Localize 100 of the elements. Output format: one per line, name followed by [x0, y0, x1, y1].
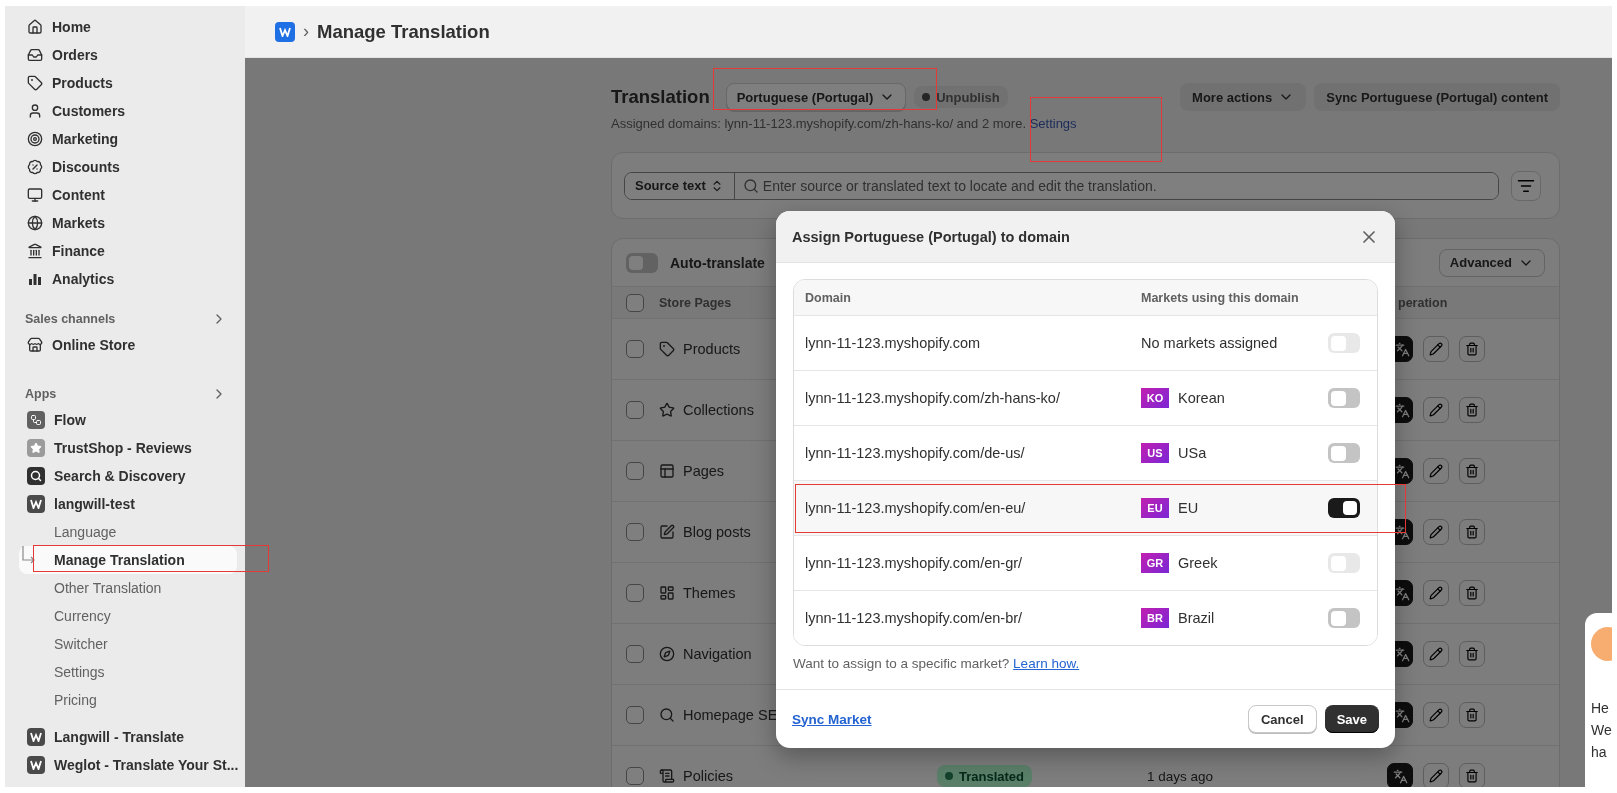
assign-toggle[interactable] [1328, 498, 1360, 518]
market-code-badge: BR [1141, 608, 1169, 628]
delete-button[interactable] [1459, 397, 1485, 423]
section-heading: Sales channels [25, 312, 116, 326]
edit-button[interactable] [1423, 763, 1449, 787]
star-icon [27, 439, 45, 457]
language-dropdown[interactable]: Portuguese (Portugal) [725, 83, 907, 111]
pencil-icon [1429, 342, 1443, 356]
edit-button[interactable] [1423, 397, 1449, 423]
app-item[interactable]: Flow [5, 406, 245, 434]
pencil-icon [1429, 586, 1443, 600]
app-item[interactable]: langwill-test [5, 490, 245, 518]
nav-item[interactable]: Analytics [5, 265, 245, 293]
edit-button[interactable] [1423, 519, 1449, 545]
checkbox[interactable] [626, 584, 644, 602]
row-icon [659, 341, 675, 357]
checkbox[interactable] [626, 340, 644, 358]
chat-text: ha [1591, 743, 1607, 762]
checkbox[interactable] [626, 293, 644, 312]
nav-item[interactable]: Discounts [5, 153, 245, 181]
app-item[interactable]: Search & Discovery [5, 462, 245, 490]
search-field[interactable]: Source text Enter source or translated text to locate and edit the translation. [624, 171, 1499, 200]
save-button[interactable]: Save [1324, 705, 1379, 733]
filter-button[interactable] [1511, 170, 1541, 201]
delete-button[interactable] [1459, 336, 1485, 362]
sync-button[interactable]: Sync Portuguese (Portugal) content [1314, 83, 1560, 111]
trash-icon [1465, 647, 1479, 661]
status-badge: Translated [937, 765, 1033, 787]
sync-market-link[interactable]: Sync Market [792, 711, 872, 727]
auto-translate-toggle[interactable] [626, 252, 658, 273]
assign-toggle[interactable] [1328, 443, 1360, 463]
delete-button[interactable] [1459, 702, 1485, 728]
sub-nav-item[interactable]: Currency [19, 602, 237, 630]
app-item[interactable]: TrustShop - Reviews [5, 434, 245, 462]
checkbox[interactable] [626, 401, 644, 419]
sub-nav-item[interactable]: Switcher [19, 630, 237, 658]
checkbox[interactable] [626, 767, 644, 785]
flow-icon [27, 411, 45, 429]
nav-item[interactable]: Marketing [5, 125, 245, 153]
nav-icon [27, 131, 43, 147]
market-code-badge: GR [1141, 553, 1169, 573]
delete-button[interactable] [1459, 641, 1485, 667]
nav-item[interactable]: Markets [5, 209, 245, 237]
app-logo-icon [275, 21, 295, 42]
learn-how-link[interactable]: Learn how. [1013, 656, 1080, 671]
sub-nav-item[interactable]: Language [19, 518, 237, 546]
table-cell-text: 1 days ago [1147, 768, 1215, 784]
pencil-icon [1429, 708, 1443, 722]
assign-toggle[interactable] [1328, 388, 1360, 408]
nav-icon [27, 243, 43, 259]
delete-button[interactable] [1459, 763, 1485, 787]
nav-item[interactable]: Home [5, 13, 245, 41]
checkbox[interactable] [626, 706, 644, 724]
edit-button[interactable] [1423, 702, 1449, 728]
nav-icon [27, 19, 43, 35]
search-mode-select[interactable]: Source text [625, 172, 735, 199]
pencil-icon [1429, 403, 1443, 417]
pencil-icon [1429, 647, 1443, 661]
market-cell: USa [1178, 445, 1207, 461]
table-cell: Homepage SE [683, 707, 778, 723]
nav-item[interactable]: Online Store [5, 331, 245, 359]
checkbox[interactable] [626, 523, 644, 541]
section-heading: Apps [25, 387, 57, 401]
row-icon [659, 768, 675, 784]
trash-icon [1465, 586, 1479, 600]
sub-nav-item[interactable]: Pricing [19, 686, 237, 714]
market-code-badge: EU [1141, 498, 1169, 518]
assigned-domains-text: Assigned domains: lynn-11-123.myshopify.com/zh-hans-ko/ and 2 more. Settings [611, 116, 1078, 131]
delete-button[interactable] [1459, 458, 1485, 484]
pencil-icon [1429, 769, 1443, 783]
edit-button[interactable] [1423, 641, 1449, 667]
sub-nav-item[interactable]: Manage Translation [19, 546, 237, 574]
nav-item[interactable]: Customers [5, 97, 245, 125]
nav-item[interactable]: Products [5, 69, 245, 97]
column-header: Domain [805, 290, 852, 305]
advanced-button[interactable]: Advanced [1438, 248, 1545, 277]
trash-icon [1465, 403, 1479, 417]
delete-button[interactable] [1459, 519, 1485, 545]
app-item[interactable]: Langwill - Translate [5, 723, 245, 751]
app-item[interactable]: Weglot - Translate Your St... [5, 751, 245, 779]
edit-button[interactable] [1423, 336, 1449, 362]
market-cell: Korean [1178, 390, 1225, 406]
nav-item[interactable]: Content [5, 181, 245, 209]
market-cell: No markets assigned [1141, 335, 1278, 351]
market-cell: Brazil [1178, 610, 1215, 626]
nav-item[interactable]: Orders [5, 41, 245, 69]
edit-button[interactable] [1423, 580, 1449, 606]
dialog-title: Assign Portuguese (Portugal) to domain [792, 228, 1070, 245]
sub-nav-item[interactable]: Settings [19, 658, 237, 686]
cancel-button[interactable]: Cancel [1248, 705, 1317, 733]
store-icon [27, 337, 43, 353]
assign-toggle[interactable] [1328, 608, 1360, 628]
checkbox[interactable] [626, 645, 644, 663]
checkbox[interactable] [626, 462, 644, 480]
edit-button[interactable] [1423, 458, 1449, 484]
delete-button[interactable] [1459, 580, 1485, 606]
sub-nav-item[interactable]: Other Translation [19, 574, 237, 602]
nav-item[interactable]: Finance [5, 237, 245, 265]
more-actions-button[interactable]: More actions [1180, 83, 1307, 111]
toggle-label: Auto-translate [670, 254, 765, 271]
